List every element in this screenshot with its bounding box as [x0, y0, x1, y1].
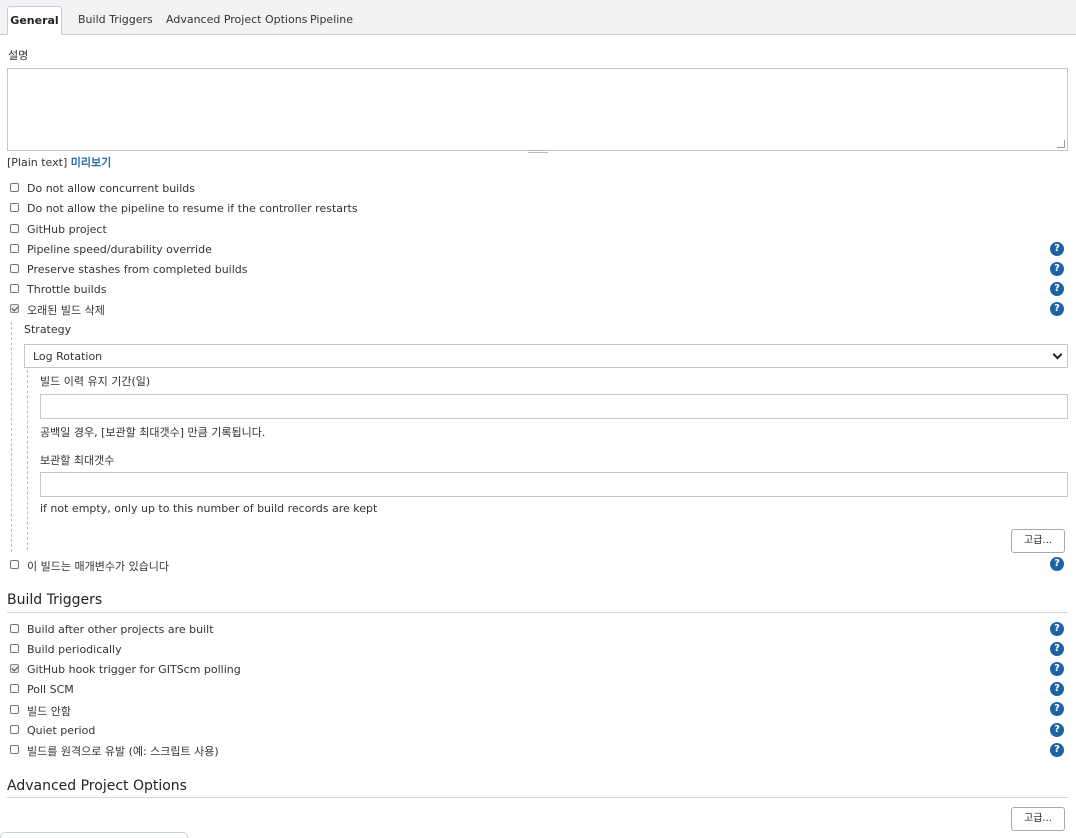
trigger-label: Quiet period — [27, 724, 96, 737]
description-format-row: [Plain text] 미리보기 — [7, 154, 111, 170]
max-builds-input[interactable] — [40, 472, 1068, 497]
plain-text-label: [Plain text] — [7, 156, 68, 169]
strategy-selected-value: Log Rotation — [33, 350, 103, 363]
tab-advanced-project-options[interactable]: Advanced Project Options — [166, 6, 307, 35]
help-icon[interactable]: ? — [1050, 743, 1064, 757]
next-section-edge — [0, 832, 188, 838]
days-to-keep-label: 빌드 이력 유지 기간(일) — [40, 375, 151, 388]
durability-override-checkbox[interactable] — [10, 244, 19, 253]
throttle-builds-checkbox[interactable] — [10, 284, 19, 293]
section-divider — [7, 797, 1068, 798]
build-triggers-heading: Build Triggers — [7, 592, 103, 608]
concurrent-builds-checkbox[interactable] — [10, 183, 19, 192]
advanced-button[interactable]: 고급... — [1011, 807, 1065, 831]
help-icon[interactable]: ? — [1050, 282, 1064, 296]
preserve-stashes-checkbox[interactable] — [10, 264, 19, 273]
help-icon[interactable]: ? — [1050, 723, 1064, 737]
durability-override-label: Pipeline speed/durability override — [27, 243, 212, 256]
strategy-select[interactable]: Log Rotation — [24, 344, 1068, 368]
trigger-checkbox[interactable] — [10, 624, 19, 633]
help-icon[interactable]: ? — [1050, 262, 1064, 276]
help-icon[interactable]: ? — [1050, 242, 1064, 256]
resize-grip[interactable] — [1057, 140, 1065, 148]
parameterized-label: 이 빌드는 매개변수가 있습니다 — [27, 560, 170, 573]
help-icon[interactable]: ? — [1050, 622, 1064, 636]
preserve-stashes-label: Preserve stashes from completed builds — [27, 263, 248, 276]
help-icon[interactable]: ? — [1050, 557, 1064, 571]
help-icon[interactable]: ? — [1050, 702, 1064, 716]
discard-old-builds-checkbox[interactable] — [10, 304, 19, 313]
days-to-keep-input[interactable] — [40, 394, 1068, 419]
advanced-button[interactable]: 고급... — [1011, 529, 1065, 553]
section-divider — [7, 612, 1068, 613]
help-icon[interactable]: ? — [1050, 642, 1064, 656]
days-to-keep-hint: 공백일 경우, [보관할 최대갯수] 만큼 기록됩니다. — [40, 426, 266, 439]
trigger-checkbox[interactable] — [10, 644, 19, 653]
trigger-label: 빌드 안함 — [27, 705, 71, 718]
strategy-label: Strategy — [24, 323, 72, 336]
concurrent-builds-label: Do not allow concurrent builds — [27, 182, 195, 195]
config-tab-bar: General Build Triggers Advanced Project … — [0, 0, 1076, 35]
nested-block-guide — [11, 322, 12, 552]
github-project-checkbox[interactable] — [10, 224, 19, 233]
strategy-block-guide — [27, 370, 28, 550]
trigger-label: Build periodically — [27, 643, 122, 656]
trigger-label: Poll SCM — [27, 683, 74, 696]
trigger-label: GitHub hook trigger for GITScm polling — [27, 663, 241, 676]
resume-pipeline-label: Do not allow the pipeline to resume if t… — [27, 202, 358, 215]
help-icon[interactable]: ? — [1050, 302, 1064, 316]
parameterized-checkbox[interactable] — [10, 560, 19, 569]
trigger-checkbox[interactable] — [10, 664, 19, 673]
trigger-label: Build after other projects are built — [27, 623, 214, 636]
chevron-down-icon — [1052, 349, 1063, 360]
github-project-label: GitHub project — [27, 223, 107, 236]
discard-old-builds-label: 오래된 빌드 삭제 — [27, 304, 105, 317]
tab-general[interactable]: General — [7, 6, 62, 35]
throttle-builds-label: Throttle builds — [27, 283, 107, 296]
textarea-resizer[interactable] — [528, 150, 548, 153]
resume-pipeline-checkbox[interactable] — [10, 203, 19, 212]
description-label: 설명 — [8, 49, 29, 62]
tab-build-triggers[interactable]: Build Triggers — [78, 6, 153, 35]
max-builds-label: 보관할 최대갯수 — [40, 454, 115, 467]
trigger-label: 빌드를 원격으로 유발 (예: 스크립트 사용) — [27, 745, 219, 758]
advanced-project-options-heading: Advanced Project Options — [7, 778, 187, 794]
preview-link[interactable]: 미리보기 — [71, 156, 111, 169]
trigger-checkbox[interactable] — [10, 705, 19, 714]
help-icon[interactable]: ? — [1050, 682, 1064, 696]
trigger-checkbox[interactable] — [10, 684, 19, 693]
tab-pipeline[interactable]: Pipeline — [310, 6, 353, 35]
trigger-checkbox[interactable] — [10, 745, 19, 754]
help-icon[interactable]: ? — [1050, 662, 1064, 676]
trigger-checkbox[interactable] — [10, 725, 19, 734]
max-builds-hint: if not empty, only up to this number of … — [40, 502, 378, 515]
description-textarea[interactable] — [7, 68, 1068, 151]
